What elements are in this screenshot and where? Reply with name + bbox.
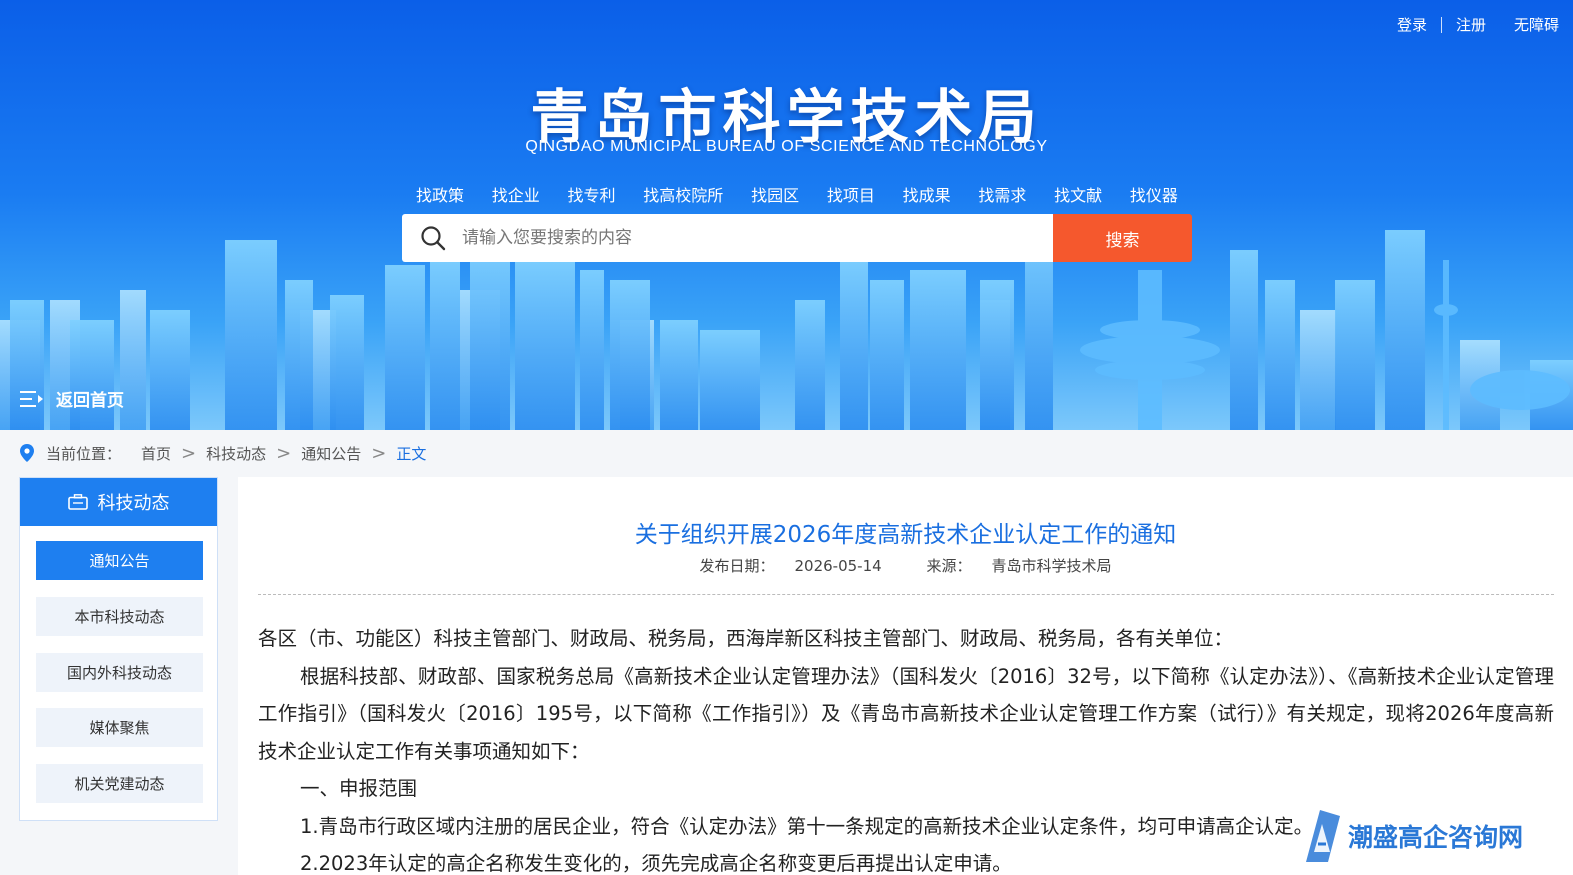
chevron-right-icon: > xyxy=(276,442,292,464)
sidebar-item-local-news[interactable]: 本市科技动态 xyxy=(36,597,203,636)
nav-item-patent[interactable]: 找专利 xyxy=(568,182,616,206)
nav-item-project[interactable]: 找项目 xyxy=(827,182,875,206)
site-header: 登录 注册 无障碍 青岛市科学技术局 QINGDAO MUNICIPAL BUR… xyxy=(0,0,1573,430)
search-bar: 搜索 xyxy=(402,214,1192,262)
publish-date: 2026-05-14 xyxy=(794,557,882,575)
sidebar-item-media[interactable]: 媒体聚焦 xyxy=(36,708,203,747)
nav-item-enterprise[interactable]: 找企业 xyxy=(492,182,540,206)
watermark: 潮盛高企咨询网 xyxy=(1300,808,1523,864)
watermark-logo-icon xyxy=(1306,810,1340,862)
article-title: 关于组织开展2026年度高新技术企业认定工作的通知 xyxy=(634,522,1177,548)
sidebar: 科技动态 通知公告 本市科技动态 国内外科技动态 媒体聚焦 机关党建动态 xyxy=(19,477,218,821)
nav-item-park[interactable]: 找园区 xyxy=(751,182,799,206)
article-paragraph: 根据科技部、财政部、国家税务总局《高新技术企业认定管理办法》（国科发火〔2016… xyxy=(258,664,1554,763)
sidebar-item-global-news[interactable]: 国内外科技动态 xyxy=(36,653,203,692)
nav-item-literature[interactable]: 找文献 xyxy=(1054,182,1102,206)
watermark-text: 潮盛高企咨询网 xyxy=(1348,823,1524,852)
back-home-label: 返回首页 xyxy=(56,391,124,411)
register-link[interactable]: 注册 xyxy=(1442,14,1500,35)
main-nav: 找政策 找企业 找专利 找高校院所 找园区 找项目 找成果 找需求 找文献 找仪… xyxy=(402,182,1192,206)
search-button[interactable]: 搜索 xyxy=(1053,214,1192,262)
article-paragraph: 各区（市、功能区）科技主管部门、财政局、税务局，西海岸新区科技主管部门、财政局、… xyxy=(258,627,1234,650)
location-pin-icon xyxy=(20,444,34,462)
nav-item-achievement[interactable]: 找成果 xyxy=(903,182,951,206)
breadcrumb-tech-news[interactable]: 科技动态 xyxy=(206,443,266,464)
article-meta: 发布日期： 2026-05-14 来源： 青岛市科学技术局 xyxy=(238,555,1573,576)
chevron-right-icon: > xyxy=(181,442,197,464)
breadcrumb: 当前位置： 首页 > 科技动态 > 通知公告 > 正文 xyxy=(0,430,1573,476)
nav-item-policy[interactable]: 找政策 xyxy=(416,182,464,206)
article-source: 青岛市科学技术局 xyxy=(991,557,1112,575)
breadcrumb-label: 当前位置： xyxy=(46,444,122,463)
briefcase-icon xyxy=(67,494,88,510)
divider xyxy=(258,594,1554,595)
breadcrumb-home[interactable]: 首页 xyxy=(141,443,171,464)
search-input[interactable] xyxy=(462,228,1022,248)
top-links: 登录 注册 无障碍 xyxy=(1383,14,1573,35)
date-label: 发布日期： xyxy=(699,557,775,575)
article-section-heading: 一、申报范围 xyxy=(300,777,418,800)
accessibility-link[interactable]: 无障碍 xyxy=(1500,14,1573,35)
sidebar-item-notices[interactable]: 通知公告 xyxy=(36,541,203,580)
nav-item-demand[interactable]: 找需求 xyxy=(978,182,1026,206)
back-home-button[interactable]: 返回首页 xyxy=(20,386,124,411)
site-subtitle: QINGDAO MUNICIPAL BUREAU OF SCIENCE AND … xyxy=(525,138,1048,155)
login-link[interactable]: 登录 xyxy=(1383,14,1441,35)
sidebar-item-party-building[interactable]: 机关党建动态 xyxy=(36,764,203,803)
search-box xyxy=(402,214,1053,262)
source-label: 来源： xyxy=(926,557,972,575)
chevron-right-icon: > xyxy=(371,442,387,464)
breadcrumb-notices[interactable]: 通知公告 xyxy=(301,443,361,464)
menu-icon xyxy=(20,390,43,407)
sidebar-title: 科技动态 xyxy=(97,493,170,514)
search-icon xyxy=(421,226,446,251)
breadcrumb-current: 正文 xyxy=(396,444,427,463)
nav-item-university[interactable]: 找高校院所 xyxy=(643,182,723,206)
sidebar-header: 科技动态 xyxy=(20,478,217,526)
nav-item-instrument[interactable]: 找仪器 xyxy=(1130,182,1178,206)
